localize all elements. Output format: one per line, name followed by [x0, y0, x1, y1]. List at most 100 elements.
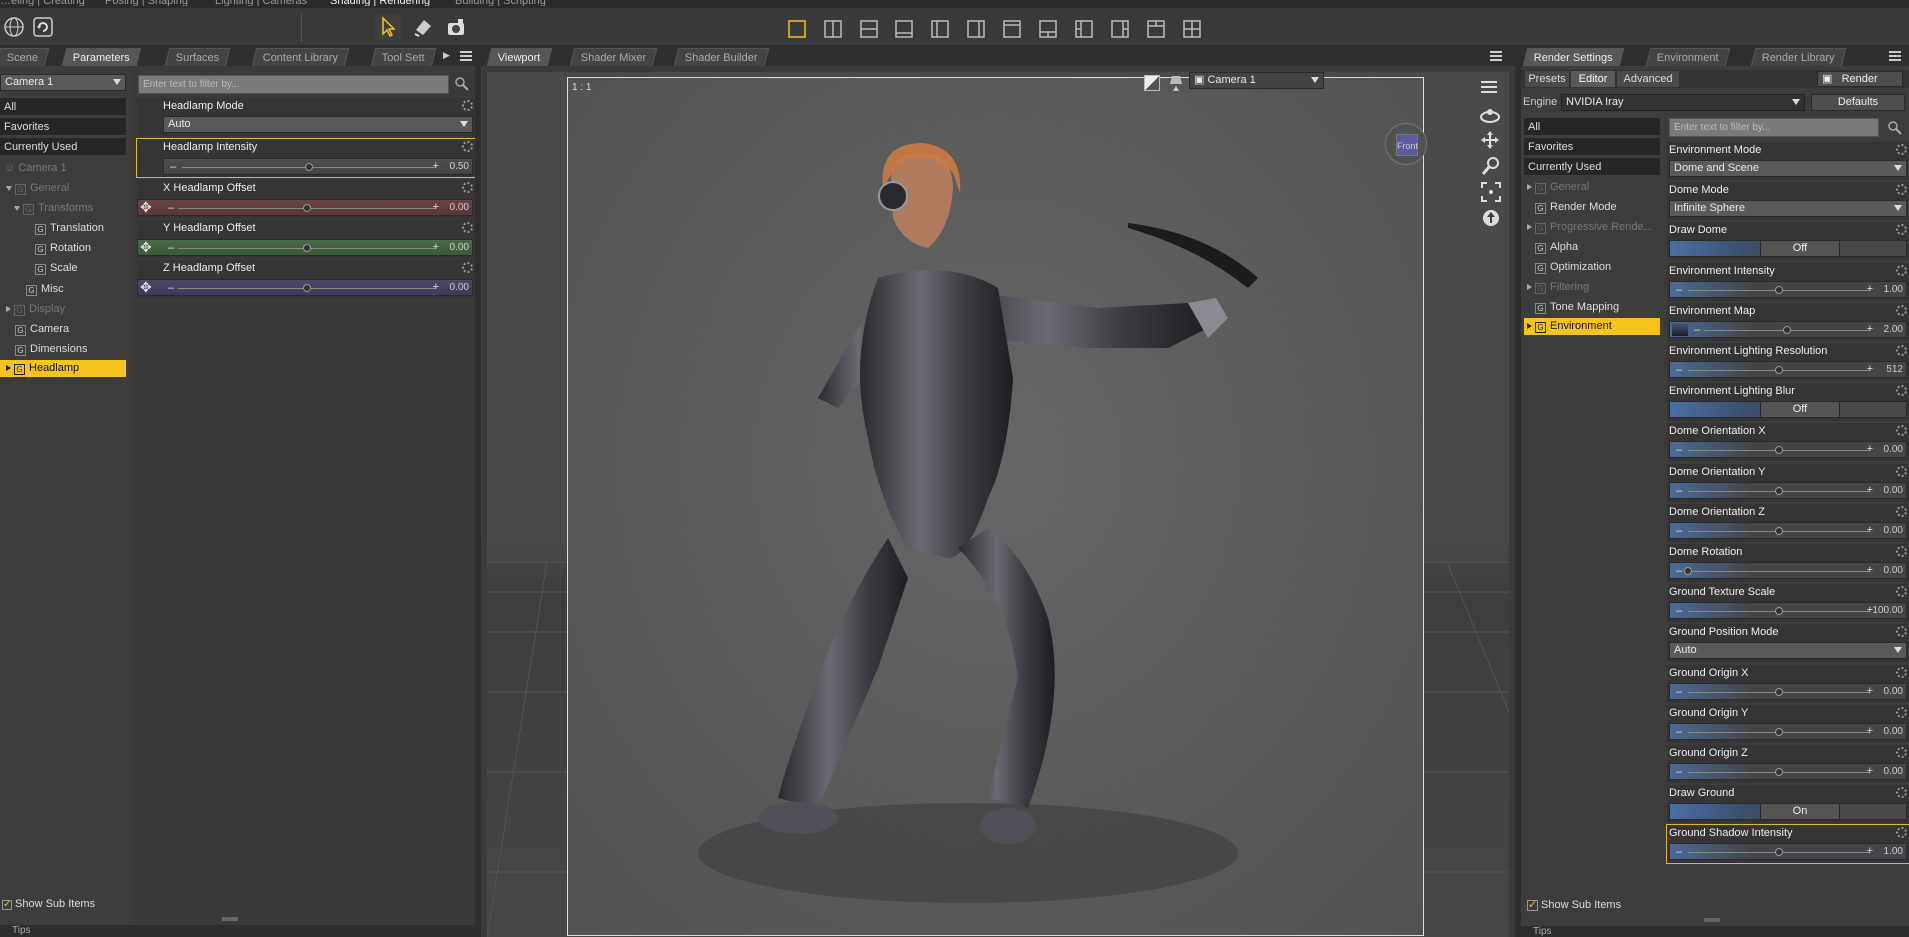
tree-item[interactable]: G Camera: [15, 321, 69, 338]
select-tool-icon[interactable]: [375, 14, 401, 40]
headlamp-mode-dropdown[interactable]: Auto: [163, 116, 473, 133]
env-slider[interactable]: – +0.00: [1669, 763, 1907, 780]
env-slider[interactable]: – +1.00: [1669, 843, 1907, 861]
env-slider[interactable]: – +512: [1669, 361, 1907, 378]
tree-group[interactable]: G General: [1527, 179, 1589, 196]
filter-favorites[interactable]: Favorites: [0, 118, 126, 136]
pane-menu-icon[interactable]: [459, 49, 473, 63]
tab-scroll-right-icon[interactable]: ▶: [443, 50, 453, 62]
tree-group[interactable]: G Transforms: [14, 200, 93, 217]
tab-environment[interactable]: Environment: [1645, 48, 1731, 66]
env-dropdown[interactable]: Infinite Sphere: [1669, 200, 1907, 218]
layout-left-strip-icon[interactable]: [1073, 18, 1095, 40]
gear-icon[interactable]: [1896, 345, 1907, 356]
frame-icon[interactable]: [1481, 182, 1501, 202]
env-slider[interactable]: – +0.00: [1669, 521, 1907, 539]
reset-view-icon[interactable]: [1481, 208, 1501, 228]
env-slider[interactable]: – +2.00: [1669, 320, 1907, 338]
move-icon[interactable]: ✥: [140, 240, 152, 255]
layout-top-icon[interactable]: [1001, 18, 1023, 40]
gear-icon[interactable]: [1896, 586, 1907, 598]
gear-icon[interactable]: [1896, 747, 1907, 758]
tree-item[interactable]: G Rotation: [35, 240, 91, 257]
tab-shading[interactable]: Shading | Rendering: [330, 0, 430, 6]
env-slider[interactable]: – +100.00: [1669, 602, 1907, 620]
gear-icon[interactable]: [1896, 224, 1907, 236]
tips-bar-right[interactable]: Tips: [1521, 926, 1909, 937]
environment-map-thumbnail[interactable]: [1672, 322, 1688, 336]
show-sub-items-checkbox[interactable]: ✓ Show Sub Items: [1527, 899, 1621, 911]
orbit-icon[interactable]: [1479, 106, 1501, 124]
slider-knob[interactable]: [1775, 285, 1783, 294]
tree-group[interactable]: G Display: [6, 301, 65, 318]
tab-shader-mixer[interactable]: Shader Mixer: [569, 48, 658, 66]
env-slider[interactable]: – +0.00: [1669, 481, 1907, 499]
z-offset-slider[interactable]: ✥ – +0.00: [137, 279, 473, 296]
gear-icon[interactable]: [1896, 425, 1907, 437]
tree-node[interactable]: ☺ Camera 1: [4, 160, 67, 177]
y-offset-slider[interactable]: ✥ – +0.00: [137, 239, 473, 256]
refresh-icon[interactable]: [30, 14, 56, 40]
viewport-menu-icon[interactable]: [1481, 80, 1499, 94]
defaults-button[interactable]: Defaults: [1811, 94, 1905, 111]
tree-item-selected[interactable]: G Headlamp: [0, 360, 126, 377]
layout-quad-icon[interactable]: [1181, 18, 1203, 40]
search-icon[interactable]: [454, 76, 470, 92]
pane-menu-icon[interactable]: [1489, 49, 1503, 63]
headlamp-intensity-slider[interactable]: – +0.50: [163, 158, 473, 175]
show-sub-items-checkbox[interactable]: ✓ Show Sub Items: [2, 898, 95, 910]
slider-knob[interactable]: [1684, 567, 1692, 575]
slider-knob[interactable]: [1775, 727, 1783, 736]
env-dropdown[interactable]: Auto: [1669, 642, 1907, 660]
engine-dropdown[interactable]: NVIDIA Iray: [1561, 94, 1805, 111]
render-filter-input[interactable]: Enter text to filter by...: [1669, 118, 1879, 137]
slider-knob[interactable]: [303, 244, 311, 252]
filter-all[interactable]: All: [0, 98, 126, 116]
slider-knob[interactable]: [1775, 526, 1783, 535]
tree-item[interactable]: G Dimensions: [15, 341, 87, 358]
gear-icon[interactable]: [462, 262, 473, 273]
gear-icon[interactable]: [462, 100, 473, 111]
render-preview-icon[interactable]: [1144, 75, 1160, 91]
param-filter-input[interactable]: Enter text to filter by...: [138, 75, 449, 94]
layout-right-icon[interactable]: [965, 18, 987, 40]
layout-single-icon[interactable]: [786, 18, 808, 40]
slider-knob[interactable]: [1775, 687, 1783, 696]
gear-icon[interactable]: [1896, 304, 1907, 316]
tab-lighting[interactable]: Lighting | Cameras: [215, 0, 307, 6]
tree-item[interactable]: G Scale: [35, 260, 78, 277]
env-toggle[interactable]: On: [1669, 803, 1907, 821]
tab-shader-builder[interactable]: Shader Builder: [673, 48, 770, 66]
tab-building[interactable]: Building | Scripting: [455, 0, 546, 6]
view-cube-face[interactable]: Front: [1396, 134, 1418, 156]
slider-knob[interactable]: [1775, 446, 1783, 455]
filter-currently-used[interactable]: Currently Used: [0, 138, 126, 156]
tree-item-selected[interactable]: G Environment: [1524, 318, 1660, 335]
gear-icon[interactable]: [1896, 787, 1907, 799]
gear-icon[interactable]: [462, 222, 473, 233]
env-toggle[interactable]: Off: [1669, 240, 1907, 258]
globe-icon[interactable]: [1, 14, 27, 40]
tips-bar-left[interactable]: Tips: [0, 925, 475, 937]
node-select-dropdown[interactable]: Camera 1: [0, 74, 126, 91]
search-icon[interactable]: [1887, 120, 1903, 136]
x-offset-slider[interactable]: ✥ – +0.00: [137, 199, 473, 216]
surface-selection-icon[interactable]: [410, 14, 436, 40]
tab-tool-settings[interactable]: Tool Sett: [370, 48, 437, 66]
render-button[interactable]: ▣ Render: [1817, 71, 1903, 87]
tab-presets[interactable]: Presets: [1525, 71, 1569, 87]
tab-surfaces[interactable]: Surfaces: [164, 48, 231, 66]
splitter-handle[interactable]: [222, 917, 238, 921]
view-cube[interactable]: Front: [1385, 123, 1427, 165]
tree-group[interactable]: G General: [6, 180, 69, 197]
tab-content-library[interactable]: Content Library: [251, 48, 350, 66]
gear-icon[interactable]: [462, 141, 473, 152]
gear-icon[interactable]: [1896, 264, 1907, 276]
gear-icon[interactable]: [1896, 144, 1907, 155]
env-dropdown[interactable]: Dome and Scene: [1669, 160, 1907, 177]
tab-parameters[interactable]: Parameters: [61, 48, 142, 66]
gear-icon[interactable]: [462, 182, 473, 193]
gear-icon[interactable]: [1896, 666, 1907, 678]
env-toggle[interactable]: Off: [1669, 401, 1907, 419]
slider-knob[interactable]: [305, 163, 313, 171]
